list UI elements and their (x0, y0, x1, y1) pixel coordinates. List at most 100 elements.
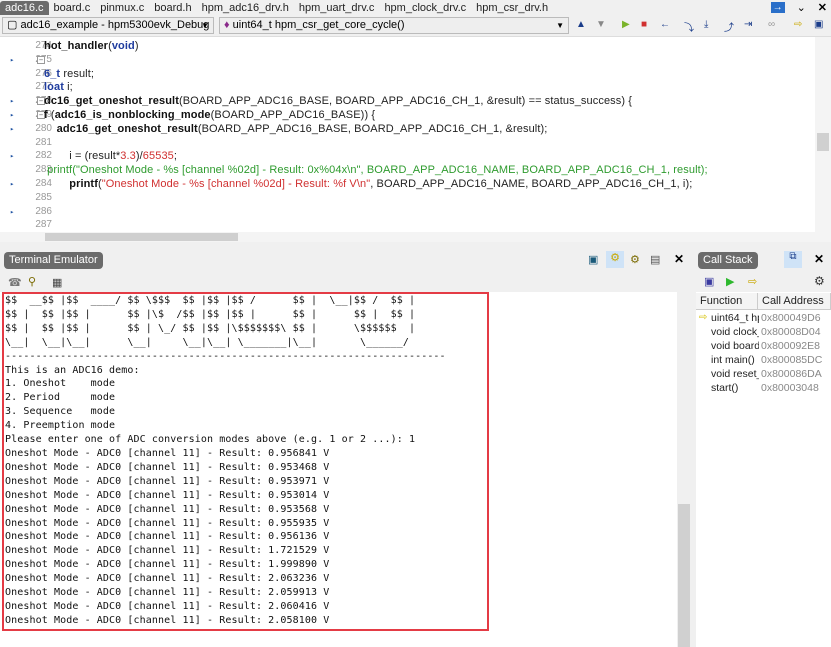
tab-list-dropdown-icon[interactable]: ⌄ (797, 1, 806, 14)
file-tab[interactable]: board.h (149, 1, 196, 15)
function-icon: ♦ (224, 19, 233, 31)
frame-address: 0x800085DC (761, 354, 823, 366)
terminal-line: Oneshot Mode - ADC0 [channel 11] - Resul… (5, 587, 330, 599)
code-line[interactable]: ▸ 286 (0, 205, 815, 219)
breakpoint-marker-icon[interactable]: ▸ (10, 53, 14, 67)
run-icon[interactable]: ▶ (726, 275, 734, 288)
terminal-line: 1. Oneshot mode (5, 378, 116, 390)
call-stack-title[interactable]: Call Stack (698, 252, 758, 269)
settings-gear-icon[interactable]: ⚙ (814, 274, 825, 288)
frame-icon[interactable]: ▣ (704, 275, 714, 288)
breakpoint-marker-icon[interactable]: ▸ (10, 94, 14, 108)
column-function[interactable]: Function (696, 293, 758, 310)
phone-icon[interactable]: ☎ (8, 276, 22, 289)
file-tab[interactable]: board.c (49, 1, 96, 15)
code-line[interactable]: ▸279−f (adc16_is_nonblocking_mode(BOARD_… (0, 108, 815, 122)
breakpoint-marker-icon[interactable]: ▸ (10, 177, 14, 191)
terminal-settings-icon[interactable]: ⚙ (630, 253, 640, 266)
close-editor-icon[interactable]: ✕ (818, 1, 827, 14)
project-select[interactable]: ▢ adc16_example - hpm5300evk_Debug ▼ (2, 17, 214, 34)
terminal-options-icon[interactable]: ▤ (650, 253, 660, 266)
call-stack-row[interactable]: start() 0x80003048 (696, 381, 831, 395)
editor-vertical-scrollbar[interactable] (815, 37, 831, 232)
code-line[interactable]: ▸ 280 adc16_get_oneshot_result(BOARD_APP_… (0, 122, 815, 136)
terminal-line: Oneshot Mode - ADC0 [channel 11] - Resul… (5, 447, 330, 459)
terminal-connect-icon[interactable]: ⚙ (606, 251, 624, 268)
show-next-statement-icon[interactable]: ⇨ (794, 19, 802, 30)
code-line[interactable]: 287 (0, 218, 815, 232)
file-tab[interactable]: pinmux.c (95, 1, 149, 15)
properties-icon[interactable]: ▦ (52, 276, 62, 289)
step-over-icon[interactable]: ⤵ (684, 19, 694, 34)
terminal-window-icon[interactable]: ▣ (588, 253, 598, 266)
run-to-cursor-icon[interactable]: ⇥ (744, 19, 752, 30)
function-select-value: uint64_t hpm_csr_get_core_cycle() (232, 19, 405, 31)
file-tab[interactable]: hpm_adc16_drv.h (197, 1, 294, 15)
step-down-icon[interactable]: ▼ (596, 19, 606, 30)
breakpoint-marker-icon[interactable]: ▸ (10, 149, 14, 163)
code-line[interactable]: ▸278−dc16_get_oneshot_result(BOARD_APP_A… (0, 94, 815, 108)
terminal-line: Oneshot Mode - ADC0 [channel 11] - Resul… (5, 531, 330, 543)
back-icon[interactable]: ← (660, 19, 670, 30)
file-tab[interactable]: hpm_clock_drv.c (379, 1, 471, 15)
call-stack-row[interactable]: void clock_cpu_delay_us()0x80008D04 (696, 325, 831, 339)
terminal-scrollbar[interactable] (677, 292, 691, 647)
stop-icon[interactable]: ■ (641, 19, 647, 30)
terminal-line: 4. Preemption mode (5, 420, 116, 432)
code-line[interactable]: 277 loat i; (0, 80, 815, 94)
call-stack-row[interactable]: int main() 0x800085DC (696, 353, 831, 367)
navigate-icon[interactable]: → (770, 2, 785, 13)
disassembly-icon[interactable]: ▣ (814, 19, 823, 30)
code-line[interactable]: ▸ 284 printf("Oneshot Mode - %s [channel … (0, 177, 815, 191)
code-line[interactable]: ▸ 282 i = (result*3.3)/65535; (0, 149, 815, 163)
frame-function: start() (711, 382, 739, 394)
line-number: 287 (35, 219, 52, 231)
call-stack-view-icon[interactable]: ⧉ (784, 251, 802, 268)
file-tab[interactable]: adc16.c (0, 0, 49, 15)
code-line[interactable]: 274 hot_handler(void) (0, 39, 815, 53)
breakpoint-marker-icon[interactable]: ▸ (10, 205, 14, 219)
code-line[interactable]: 276 6_t result; (0, 67, 815, 81)
editor-horizontal-scrollbar[interactable] (0, 232, 831, 242)
code-editor[interactable]: 274hot_handler(void)▸275−2766_t result;2… (0, 36, 831, 232)
scrollbar-thumb[interactable] (45, 233, 238, 241)
goto-frame-icon[interactable]: ⇨ (748, 275, 757, 288)
code-line[interactable]: 285 (0, 191, 815, 205)
frame-function: void reset_handler() (711, 368, 759, 380)
call-stack-row[interactable]: ⇨uint64_t hpm_csr_get_core_cycle()0x8000… (696, 311, 831, 325)
code-text: printf("Oneshot Mode - %s [channel %02d]… (47, 164, 708, 177)
fold-toggle-icon[interactable]: − (37, 55, 45, 64)
terminal-line: Oneshot Mode - ADC0 [channel 11] - Resul… (5, 545, 330, 557)
close-terminal-icon[interactable]: ✕ (674, 252, 684, 266)
function-select[interactable]: ♦ uint64_t hpm_csr_get_core_cycle() ▼ (219, 17, 569, 34)
current-frame-arrow-icon: ⇨ (699, 312, 708, 323)
dial-icon[interactable]: ⚲ (28, 275, 36, 288)
file-tab[interactable]: hpm_uart_drv.c (294, 1, 380, 15)
frame-function: void clock_cpu_delay_us() (711, 326, 759, 338)
code-line[interactable]: 283 printf("Oneshot Mode - %s [channel %… (0, 163, 815, 177)
step-out-icon[interactable]: ⤴ (724, 19, 734, 34)
breakpoint-marker-icon[interactable]: ▸ (10, 122, 14, 136)
terminal-line: Oneshot Mode - ADC0 [channel 11] - Resul… (5, 559, 330, 571)
code-text: printf("Oneshot Mode - %s [channel %02d]… (69, 178, 693, 190)
code-text: loat i; (44, 81, 73, 94)
scrollbar-thumb[interactable] (678, 504, 690, 647)
step-into-icon[interactable]: ⤓ (704, 19, 708, 30)
breakpoint-marker-icon[interactable]: ▸ (10, 108, 14, 122)
call-stack-row[interactable]: void board_delay_ms()0x800092E8 (696, 339, 831, 353)
call-stack-row[interactable]: void reset_handler()0x800086DA (696, 367, 831, 381)
code-line[interactable]: ▸ 275− (0, 53, 815, 67)
step-up-icon[interactable]: ▲ (576, 19, 586, 30)
close-call-stack-icon[interactable]: ✕ (814, 252, 824, 266)
terminal-title[interactable]: Terminal Emulator (4, 252, 103, 269)
scrollbar-thumb[interactable] (817, 133, 829, 151)
code-text: dc16_get_oneshot_result(BOARD_APP_ADC16_… (44, 95, 633, 108)
column-call-address[interactable]: Call Address (758, 293, 831, 310)
terminal-line: $$ | $$ |$$ | $$ | \_/ $$ |$$ |\$$$$$$$\… (5, 322, 416, 334)
code-line[interactable]: 281 (0, 136, 815, 150)
glasses-icon[interactable]: ∞ (768, 19, 775, 30)
terminal-output[interactable]: $$ __$$ |$$ ____/ $$ \$$$ $$ |$$ |$$ / $… (2, 292, 489, 631)
file-tab[interactable]: hpm_csr_drv.h (471, 1, 553, 15)
terminal-line: $$ __$$ |$$ ____/ $$ \$$$ $$ |$$ |$$ / $… (5, 295, 416, 306)
continue-icon[interactable]: ▶ (622, 19, 630, 30)
